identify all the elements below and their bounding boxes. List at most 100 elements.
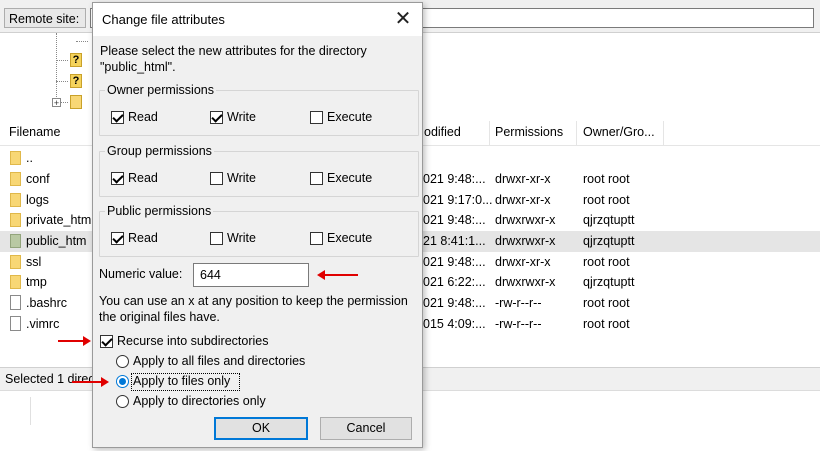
file-name: logs: [26, 193, 49, 207]
dialog-title: Change file attributes: [102, 12, 225, 27]
file-owner: root root: [583, 172, 630, 186]
annotation-arrow: [58, 336, 91, 346]
hint-text-2: the original files have.: [99, 310, 220, 324]
cancel-button[interactable]: Cancel: [320, 417, 412, 440]
file-permissions: drwxrwxr-x: [495, 275, 556, 289]
file-name: tmp: [26, 275, 47, 289]
apply-directories-only-label[interactable]: Apply to directories only: [133, 394, 266, 408]
tree-line: [76, 41, 88, 42]
owner-write-label[interactable]: Write: [227, 110, 256, 124]
recurse-label[interactable]: Recurse into subdirectories: [117, 334, 268, 348]
status-text: Selected 1 direc: [5, 372, 95, 386]
owner-write-checkbox[interactable]: [210, 111, 223, 124]
public-execute-label[interactable]: Execute: [327, 231, 372, 245]
file-owner: qjrzqtuptt: [583, 234, 635, 248]
group-permissions-title: Group permissions: [105, 144, 214, 158]
folder-icon: [10, 151, 21, 165]
file-modified: 021 6:22:...: [423, 275, 486, 289]
folder-icon[interactable]: [70, 95, 82, 109]
public-execute-checkbox[interactable]: [310, 232, 323, 245]
folder-icon: [10, 213, 21, 227]
apply-all-label[interactable]: Apply to all files and directories: [133, 354, 305, 368]
file-owner: qjrzqtuptt: [583, 275, 635, 289]
file-icon: [10, 295, 21, 310]
remote-site-label: Remote site:: [4, 8, 86, 28]
public-permissions-title: Public permissions: [105, 204, 214, 218]
folder-icon: [10, 193, 21, 207]
file-permissions: drwxrwxr-x: [495, 213, 556, 227]
tree-line: [60, 102, 68, 103]
file-modified: 021 9:48:...: [423, 172, 486, 186]
column-modified[interactable]: odified: [424, 125, 461, 139]
group-write-checkbox[interactable]: [210, 172, 223, 185]
folder-icon: [10, 255, 21, 269]
dialog-titlebar[interactable]: Change file attributes ✕: [93, 3, 422, 36]
group-execute-label[interactable]: Execute: [327, 171, 372, 185]
public-write-label[interactable]: Write: [227, 231, 256, 245]
file-owner: root root: [583, 317, 630, 331]
column-permissions[interactable]: Permissions: [495, 125, 563, 139]
recurse-checkbox[interactable]: [100, 335, 113, 348]
file-modified: 021 9:48:...: [423, 213, 486, 227]
ok-button[interactable]: OK: [214, 417, 308, 440]
column-separator[interactable]: [576, 121, 577, 145]
public-write-checkbox[interactable]: [210, 232, 223, 245]
group-execute-checkbox[interactable]: [310, 172, 323, 185]
folder-icon: [10, 172, 21, 186]
tree-line: [56, 60, 68, 61]
file-name: private_htm: [26, 213, 92, 227]
apply-directories-only-radio[interactable]: [116, 395, 129, 408]
file-modified: 21 8:41:1...: [423, 234, 486, 248]
numeric-value-input[interactable]: 644: [193, 263, 309, 287]
change-file-attributes-dialog: Change file attributes ✕ Please select t…: [92, 2, 423, 448]
tree-line: [56, 33, 57, 103]
apply-files-only-radio[interactable]: [116, 375, 129, 388]
column-filename[interactable]: Filename: [9, 125, 60, 139]
dialog-description: Please select the new attributes for the…: [100, 44, 367, 58]
unknown-folder-icon[interactable]: ?: [70, 74, 82, 88]
file-permissions: drwxr-xr-x: [495, 172, 551, 186]
owner-read-checkbox[interactable]: [111, 111, 124, 124]
file-permissions: drwxrwxr-x: [495, 234, 556, 248]
dialog-directory-name: "public_html".: [100, 60, 176, 74]
numeric-value-label: Numeric value:: [99, 267, 183, 281]
expand-icon[interactable]: +: [52, 98, 61, 108]
column-separator[interactable]: [489, 121, 490, 145]
owner-execute-checkbox[interactable]: [310, 111, 323, 124]
owner-permissions-title: Owner permissions: [105, 83, 216, 97]
file-owner: root root: [583, 255, 630, 269]
tree-line: [56, 81, 68, 82]
unknown-folder-icon[interactable]: ?: [70, 53, 82, 67]
close-icon[interactable]: ✕: [391, 7, 415, 31]
group-write-label[interactable]: Write: [227, 171, 256, 185]
annotation-arrow: [317, 270, 358, 280]
file-permissions: drwxr-xr-x: [495, 255, 551, 269]
column-owner-group[interactable]: Owner/Gro...: [583, 125, 655, 139]
file-owner: root root: [583, 193, 630, 207]
file-name: ..: [26, 151, 33, 165]
public-read-label[interactable]: Read: [128, 231, 158, 245]
file-owner: root root: [583, 296, 630, 310]
file-modified: 015 4:09:...: [423, 317, 486, 331]
group-read-label[interactable]: Read: [128, 171, 158, 185]
file-permissions: -rw-r--r--: [495, 296, 542, 310]
file-icon: [10, 316, 21, 331]
public-read-checkbox[interactable]: [111, 232, 124, 245]
focus-indicator: [131, 373, 240, 391]
column-separator[interactable]: [663, 121, 664, 145]
annotation-arrow: [72, 377, 109, 387]
file-name: .bashrc: [26, 296, 67, 310]
apply-all-radio[interactable]: [116, 355, 129, 368]
owner-execute-label[interactable]: Execute: [327, 110, 372, 124]
group-read-checkbox[interactable]: [111, 172, 124, 185]
folder-icon: [10, 234, 21, 248]
file-name: conf: [26, 172, 50, 186]
owner-read-label[interactable]: Read: [128, 110, 158, 124]
file-name: .vimrc: [26, 317, 60, 331]
file-name: public_htm: [26, 234, 87, 248]
file-modified: 021 9:48:...: [423, 255, 486, 269]
file-name: ssl: [26, 255, 42, 269]
file-permissions: -rw-r--r--: [495, 317, 542, 331]
folder-icon: [10, 275, 21, 289]
file-permissions: drwxr-xr-x: [495, 193, 551, 207]
